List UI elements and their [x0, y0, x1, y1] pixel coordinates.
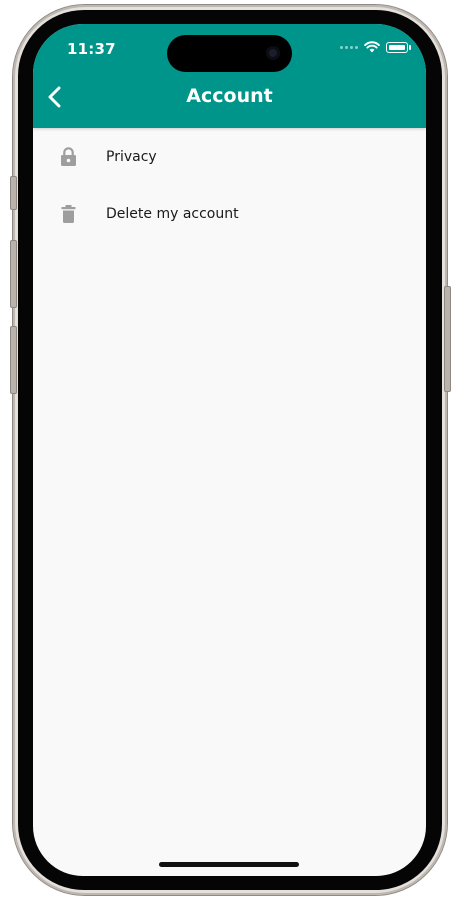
action-button: [10, 176, 17, 210]
signal-dots-icon: [340, 45, 358, 49]
wifi-icon: [364, 41, 380, 53]
menu-item-label: Privacy: [106, 148, 157, 165]
home-indicator[interactable]: [159, 862, 299, 867]
status-time: 11:37: [67, 40, 116, 58]
status-icons: [340, 41, 411, 53]
account-menu: Privacy Delete my account: [33, 128, 426, 242]
screen: 11:37 Account Privacy Delete my account: [33, 24, 426, 876]
menu-item-delete-account[interactable]: Delete my account: [33, 185, 426, 242]
power-button: [444, 286, 451, 392]
menu-item-privacy[interactable]: Privacy: [33, 128, 426, 185]
trash-icon: [61, 204, 76, 223]
battery-icon: [386, 41, 411, 53]
app-header: 11:37 Account: [33, 24, 426, 128]
dynamic-island: [167, 35, 292, 72]
volume-down-button: [10, 326, 17, 394]
camera-icon: [266, 46, 280, 60]
volume-up-button: [10, 240, 17, 308]
lock-icon: [61, 146, 76, 166]
menu-item-label: Delete my account: [106, 205, 239, 222]
page-title: Account: [186, 85, 273, 107]
